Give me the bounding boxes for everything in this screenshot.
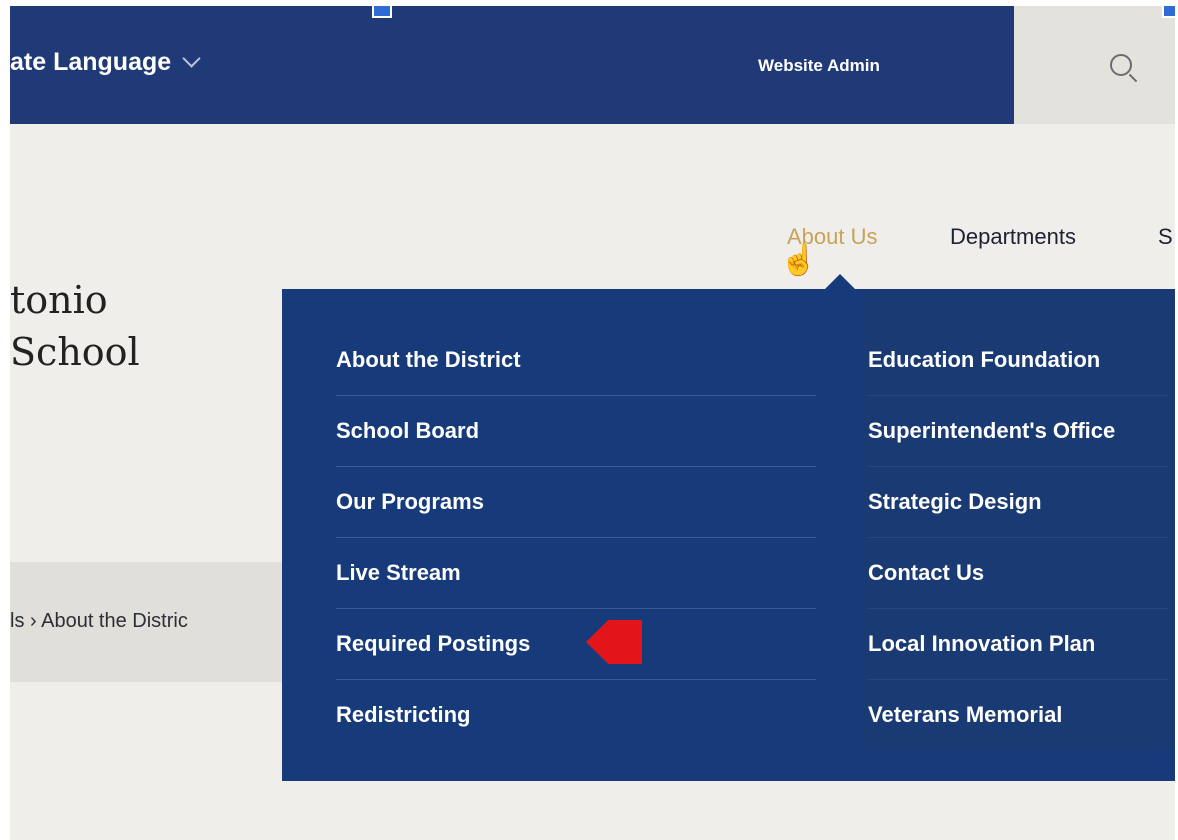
website-admin-link[interactable]: Website Admin (758, 56, 880, 76)
logo-line-2: School (10, 330, 140, 374)
menu-item-required-postings[interactable]: Required Postings (336, 609, 816, 680)
menu-item-veterans-memorial[interactable]: Veterans Memorial (868, 680, 1168, 750)
menu-item-live-stream[interactable]: Live Stream (336, 538, 816, 609)
nav-partial-item[interactable]: S (1158, 224, 1173, 250)
menu-item-our-programs[interactable]: Our Programs (336, 467, 816, 538)
hand-cursor-icon: ☝ (780, 244, 818, 277)
menu-item-contact-us[interactable]: Contact Us (868, 538, 1168, 609)
site-logo[interactable]: tonio School (10, 274, 140, 378)
dropdown-left-column: About the District School Board Our Prog… (336, 325, 816, 750)
logo-line-1: tonio (10, 278, 108, 322)
menu-item-redistricting[interactable]: Redistricting (336, 680, 816, 750)
dropdown-right-column: Education Foundation Superintendent's Of… (868, 325, 1168, 750)
menu-item-local-innovation-plan[interactable]: Local Innovation Plan (868, 609, 1168, 680)
breadcrumb[interactable]: ls › About the Distric (10, 610, 188, 633)
menu-item-strategic-design[interactable]: Strategic Design (868, 467, 1168, 538)
menu-item-education-foundation[interactable]: Education Foundation (868, 325, 1168, 396)
translate-language-button[interactable]: ate Language (10, 48, 201, 77)
about-us-dropdown-menu: About the District School Board Our Prog… (282, 289, 1175, 781)
language-label: ate Language (10, 48, 172, 76)
page: ate Language Website Admin About Us Depa… (10, 6, 1175, 840)
screen-marker-icon (372, 6, 392, 18)
menu-item-school-board[interactable]: School Board (336, 396, 816, 467)
screen-marker-icon (1162, 6, 1175, 18)
search-icon[interactable] (1110, 54, 1132, 76)
top-bar: ate Language Website Admin (10, 6, 1014, 124)
search-area[interactable] (1014, 6, 1175, 124)
menu-item-superintendents-office[interactable]: Superintendent's Office (868, 396, 1168, 467)
chevron-down-icon (182, 49, 201, 68)
nav-departments[interactable]: Departments (950, 224, 1076, 250)
menu-item-about-the-district[interactable]: About the District (336, 325, 816, 396)
